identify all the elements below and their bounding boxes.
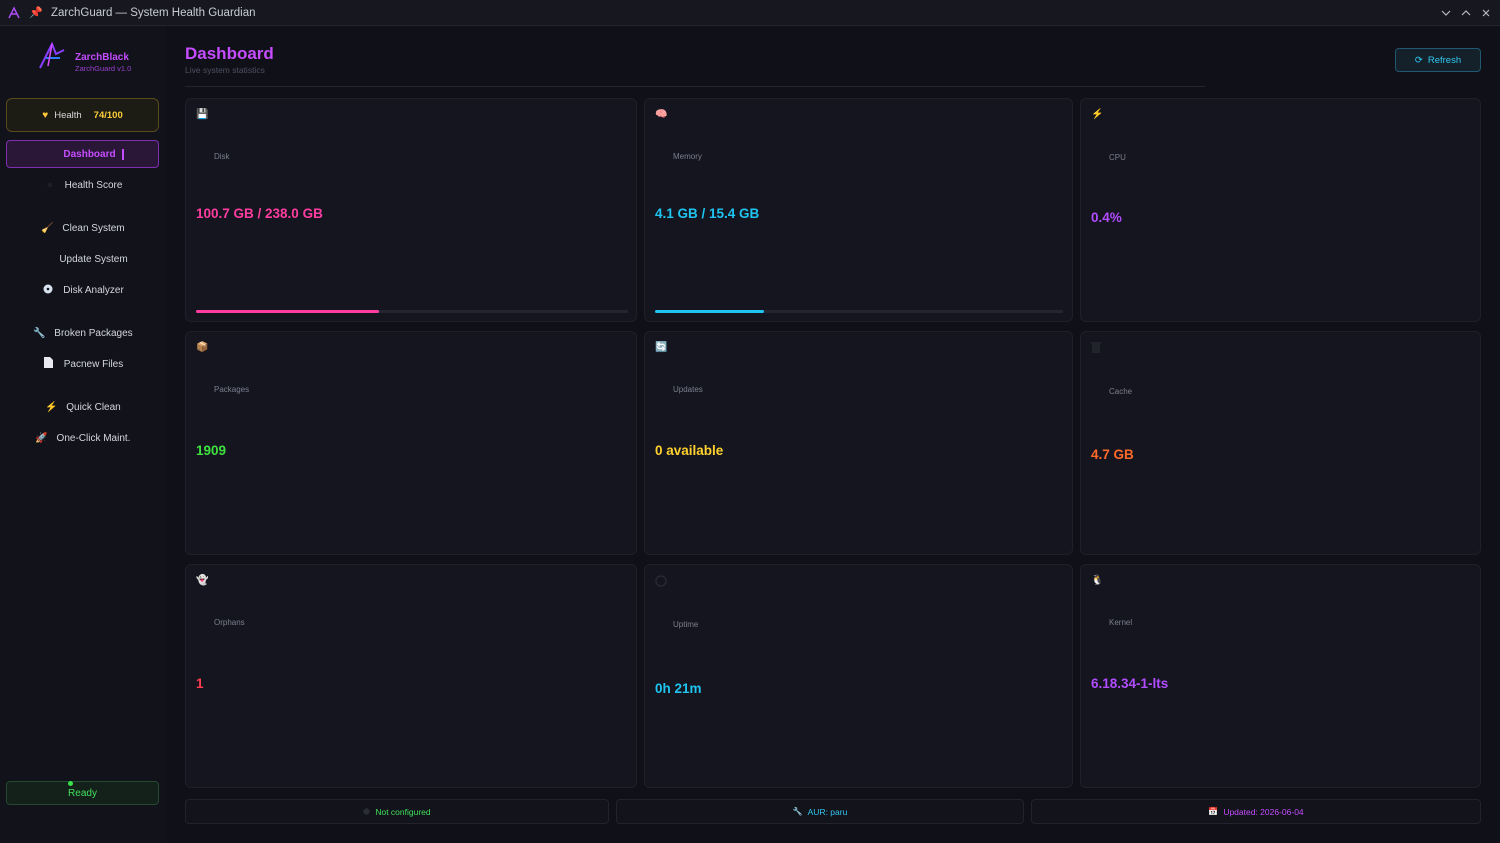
- lightning-icon: ⚡: [45, 401, 58, 413]
- card-value: 0h 21m: [655, 681, 702, 696]
- sidebar-item-label: Pacnew Files: [63, 358, 124, 370]
- package-icon: 📦: [196, 342, 209, 353]
- card-value: 1909: [196, 443, 227, 458]
- health-badge[interactable]: ♥ Health 74/100: [6, 98, 159, 132]
- broom-icon: 🧹: [41, 222, 54, 234]
- disk-progress-fill: [196, 310, 379, 313]
- memory-progress-track: [655, 310, 1063, 313]
- pin-icon[interactable]: 📌: [29, 6, 43, 19]
- close-icon[interactable]: [1478, 5, 1494, 21]
- ghost-icon: 👻: [196, 575, 209, 586]
- stat-card-cpu: ⚡ CPU 0.4%: [1080, 98, 1481, 322]
- sidebar-item-label: Broken Packages: [54, 327, 133, 339]
- card-label: Cache: [1109, 387, 1133, 396]
- refresh-button[interactable]: ⟳ Refresh: [1395, 48, 1481, 72]
- card-label: Updates: [673, 385, 703, 394]
- card-value: 0.4%: [1091, 210, 1122, 225]
- card-value: 0 available: [655, 443, 724, 458]
- aur-helper-label: AUR: paru: [807, 806, 848, 817]
- sidebar-item-one-click-maint[interactable]: 🚀 One-Click Maint.: [6, 424, 159, 452]
- sidebar: ZarchBlack ZarchGuard v1.0 ♥ Health 74/1…: [0, 26, 166, 843]
- disk-progress-track: [196, 310, 628, 313]
- stat-card-disk: 💾 Disk 100.7 GB / 238.0 GB: [185, 98, 637, 322]
- maximize-icon[interactable]: [1458, 5, 1474, 21]
- window-title: ZarchGuard — System Health Guardian: [51, 6, 256, 19]
- stat-card-uptime: Uptime 0h 21m: [644, 564, 1073, 788]
- refresh-label: Refresh: [1427, 54, 1462, 66]
- page-title: Dashboard: [185, 44, 274, 63]
- title-bar: 📌 ZarchGuard — System Health Guardian: [0, 0, 1500, 26]
- status-dot-icon: [68, 781, 73, 786]
- lightning-icon: ⚡: [1091, 109, 1104, 120]
- card-value: 4.1 GB / 15.4 GB: [655, 206, 760, 221]
- card-label: Orphans: [214, 618, 245, 627]
- wrench-icon: 🔧: [792, 807, 803, 816]
- card-value: 4.7 GB: [1091, 447, 1134, 462]
- sidebar-item-broken-packages[interactable]: 🔧 Broken Packages: [6, 319, 159, 347]
- file-icon: [42, 357, 56, 371]
- config-status-label: Not configured: [375, 806, 431, 817]
- sidebar-item-clean-system[interactable]: 🧹 Clean System: [6, 214, 159, 242]
- footer-config-status: Not configured: [185, 799, 609, 824]
- card-value: 6.18.34-1-lts: [1091, 676, 1169, 691]
- penguin-icon: 🐧: [1091, 575, 1104, 586]
- card-value: 100.7 GB / 238.0 GB: [196, 206, 323, 221]
- trash-icon: [1091, 342, 1105, 356]
- sidebar-item-label: Update System: [59, 253, 128, 265]
- sidebar-item-label: One-Click Maint.: [56, 432, 131, 444]
- footer-aur-status: 🔧 AUR: paru: [616, 799, 1024, 824]
- disc-icon: [41, 284, 55, 297]
- stat-card-updates: 🔄 Updates 0 available: [644, 331, 1073, 555]
- card-label: Disk: [214, 152, 230, 161]
- sidebar-item-label: Clean System: [62, 222, 125, 234]
- pulse-icon: [43, 180, 57, 191]
- stat-card-memory: 🧠 Memory 4.1 GB / 15.4 GB: [644, 98, 1073, 322]
- sidebar-item-quick-clean[interactable]: ⚡ Quick Clean: [6, 393, 159, 421]
- card-label: CPU: [1109, 153, 1126, 162]
- status-ready: Ready: [6, 781, 159, 805]
- page-subtitle: Live system statistics: [185, 65, 265, 75]
- floppy-disk-icon: 💾: [196, 109, 209, 120]
- sidebar-item-pacnew-files[interactable]: Pacnew Files: [6, 350, 159, 378]
- footer-updated-status: 📅 Updated: 2026-06-04: [1031, 799, 1481, 824]
- stat-card-orphans: 👻 Orphans 1: [185, 564, 637, 788]
- brand-version: ZarchGuard v1.0: [75, 64, 132, 73]
- sidebar-item-update-system[interactable]: Update System: [6, 245, 159, 273]
- card-label: Packages: [214, 385, 250, 394]
- zarchblack-logo-icon: [36, 40, 68, 72]
- health-value: 74/100: [93, 109, 123, 121]
- sidebar-item-dashboard[interactable]: Dashboard: [6, 140, 159, 168]
- app-logo-icon: [7, 5, 21, 20]
- brain-icon: 🧠: [655, 109, 668, 120]
- updated-date-label: Updated: 2026-06-04: [1223, 806, 1304, 817]
- refresh-icon: 🔄: [655, 342, 668, 353]
- card-label: Kernel: [1109, 618, 1133, 627]
- rocket-icon: 🚀: [35, 432, 48, 444]
- sidebar-item-label: Quick Clean: [66, 401, 121, 413]
- stat-card-packages: 📦 Packages 1909: [185, 331, 637, 555]
- brand: ZarchBlack ZarchGuard v1.0: [36, 40, 156, 76]
- sidebar-item-label: Disk Analyzer: [63, 284, 124, 296]
- stat-card-kernel: 🐧 Kernel 6.18.34-1-lts: [1080, 564, 1481, 788]
- text-cursor: [121, 148, 124, 160]
- minimize-icon[interactable]: [1438, 5, 1454, 21]
- card-label: Memory: [673, 152, 702, 161]
- stat-card-cache: Cache 4.7 GB: [1080, 331, 1481, 555]
- brand-name: ZarchBlack: [75, 52, 129, 63]
- sidebar-item-label: Health Score: [64, 179, 123, 191]
- calendar-icon: 📅: [1208, 807, 1219, 816]
- clock-icon: [655, 575, 669, 589]
- memory-progress-fill: [655, 310, 764, 313]
- card-label: Uptime: [673, 620, 699, 629]
- refresh-icon: ⟳: [1414, 54, 1423, 66]
- sidebar-item-health-score[interactable]: Health Score: [6, 171, 159, 199]
- sidebar-item-disk-analyzer[interactable]: Disk Analyzer: [6, 276, 159, 304]
- card-value: 1: [196, 676, 204, 691]
- wrench-icon: 🔧: [33, 327, 46, 339]
- status-dot-icon: [363, 807, 371, 817]
- health-label: Health: [54, 109, 82, 121]
- sidebar-item-label: Dashboard: [63, 148, 116, 160]
- header-divider: [185, 86, 1205, 87]
- heart-icon: ♥: [42, 109, 49, 121]
